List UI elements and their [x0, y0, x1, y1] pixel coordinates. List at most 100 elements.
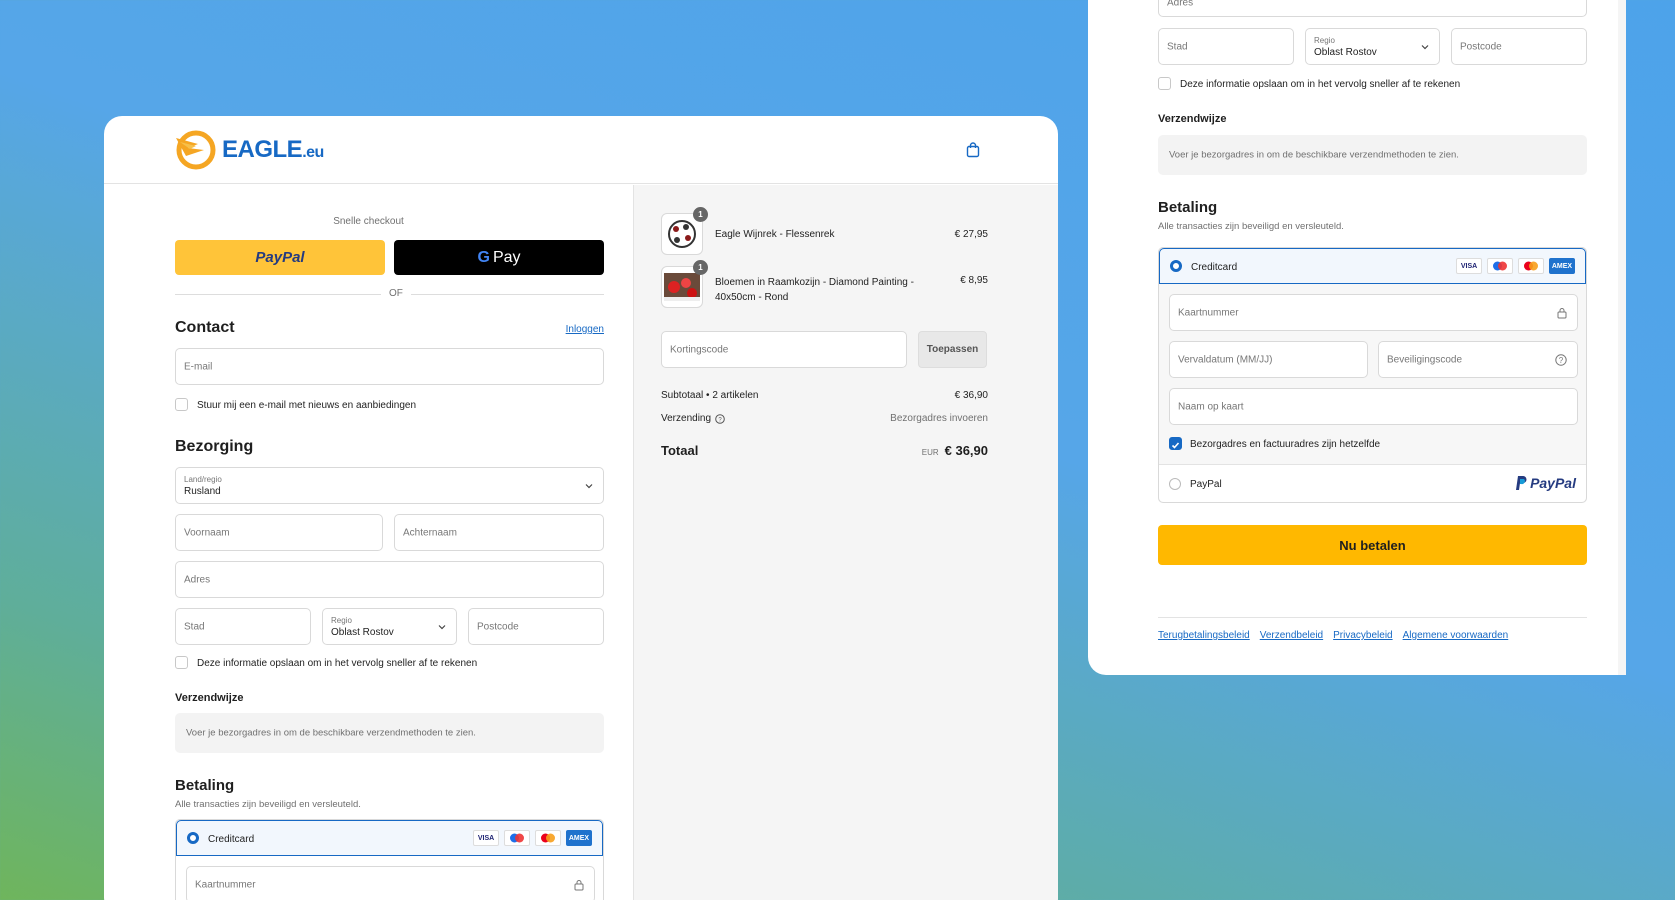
last-name-field[interactable]: Achternaam	[394, 514, 604, 551]
shopping-bag-icon[interactable]	[966, 142, 980, 158]
save-info-label: Deze informatie opslaan om in het vervol…	[1180, 79, 1461, 90]
svg-text:?: ?	[1559, 356, 1564, 365]
cart-item-price: € 8,95	[960, 275, 988, 286]
maestro-icon	[1487, 258, 1513, 274]
shipping-note: Voer je bezorgadres in om de beschikbare…	[1158, 135, 1587, 175]
first-name-field[interactable]: Voornaam	[175, 514, 383, 551]
payment-title: Betaling	[1158, 199, 1218, 216]
payment-subtitle: Alle transacties zijn beveiligd en versl…	[175, 799, 361, 810]
region-select[interactable]: Regio Oblast Rostov	[1305, 28, 1440, 65]
chevron-down-icon	[1421, 44, 1429, 49]
google-g-icon: G	[477, 248, 490, 266]
expiry-field[interactable]: Vervaldatum (MM/JJ)	[1169, 341, 1368, 378]
cart-item-price: € 27,95	[954, 229, 988, 240]
postcode-field[interactable]: Postcode	[468, 608, 604, 645]
creditcard-option[interactable]: Creditcard VISA AMEX	[1159, 248, 1586, 284]
google-pay-button[interactable]: G Pay	[394, 240, 604, 275]
total-row-value: EUR € 36,90	[922, 443, 988, 458]
terms-link[interactable]: Algemene voorwaarden	[1403, 630, 1509, 641]
brand-name: EAGLE.eu	[222, 136, 324, 163]
total-label: Totaal	[661, 443, 699, 458]
refund-policy-link[interactable]: Terugbetalingsbeleid	[1158, 630, 1250, 641]
payment-subtitle: Alle transacties zijn beveiligd en versl…	[1158, 221, 1344, 232]
shipping-title: Verzendwijze	[1158, 113, 1227, 125]
scrollbar-track[interactable]	[1618, 0, 1626, 675]
product-thumbnail: 1	[661, 260, 708, 308]
privacy-policy-link[interactable]: Privacybeleid	[1333, 630, 1392, 641]
payment-methods: Creditcard VISA AMEX Kaartnummer Vervald…	[1158, 247, 1587, 503]
pay-now-button[interactable]: Nu betalen	[1158, 525, 1587, 565]
shipping-value: Bezorgadres invoeren	[890, 413, 988, 424]
chevron-down-icon	[585, 483, 593, 488]
cart-item-name: Eagle Wijnrek - Flessenrek	[715, 229, 835, 240]
lock-icon	[1557, 307, 1567, 318]
chevron-down-icon	[438, 624, 446, 629]
apply-discount-button[interactable]: Toepassen	[918, 331, 987, 368]
help-icon[interactable]: ?	[1555, 353, 1567, 366]
paypal-option[interactable]: PayPal PayPal	[1159, 464, 1586, 502]
paypal-radio[interactable]	[1169, 478, 1181, 490]
lock-icon	[574, 879, 584, 890]
help-icon[interactable]: ?	[715, 413, 725, 424]
total-value: € 36,90	[944, 443, 988, 458]
creditcard-label: Creditcard	[208, 834, 255, 845]
visa-icon: VISA	[473, 830, 499, 846]
contact-title: Contact	[175, 319, 235, 336]
postcode-field[interactable]: Postcode	[1451, 28, 1587, 65]
login-link[interactable]: Inloggen	[566, 324, 604, 335]
save-info-label: Deze informatie opslaan om in het vervol…	[197, 658, 478, 669]
checkmark-icon	[1171, 442, 1180, 449]
subtotal-label: Subtotaal • 2 artikelen	[661, 390, 759, 401]
checkout-form: Snelle checkout PayPal G Pay OF Contact …	[104, 185, 633, 900]
currency-code: EUR	[921, 448, 939, 457]
card-brands: VISA AMEX	[473, 830, 592, 846]
discount-code-field[interactable]: Kortingscode	[661, 331, 907, 368]
paypal-logo: PayPal	[1515, 475, 1576, 491]
paypal-express-button[interactable]: PayPal	[175, 240, 385, 275]
paypal-p-icon	[1516, 476, 1527, 490]
card-number-field[interactable]: Kaartnummer	[1169, 294, 1578, 331]
email-field[interactable]: E-mail	[175, 348, 604, 385]
name-on-card-field[interactable]: Naam op kaart	[1169, 388, 1578, 425]
shipping-row-label: Verzending ?	[661, 413, 725, 424]
creditcard-option[interactable]: Creditcard VISA AMEX	[176, 820, 603, 856]
quantity-badge: 1	[693, 260, 708, 275]
checkout-card-scrolled: Adres Stad Regio Oblast Rostov Postcode D…	[1088, 0, 1618, 675]
shipping-title: Verzendwijze	[175, 692, 244, 704]
amex-icon: AMEX	[566, 830, 592, 846]
newsletter-label: Stuur mij een e-mail met nieuws en aanbi…	[197, 400, 417, 411]
security-code-field[interactable]: Beveiligingscode ?	[1378, 341, 1578, 378]
quantity-badge: 1	[693, 207, 708, 222]
order-summary: 1 Eagle Wijnrek - Flessenrek € 27,95 1 B…	[633, 185, 1058, 900]
card-number-field[interactable]: Kaartnummer	[186, 866, 595, 900]
region-select[interactable]: Regio Oblast Rostov	[322, 608, 457, 645]
address-field[interactable]: Adres	[1158, 0, 1587, 17]
creditcard-radio[interactable]	[187, 832, 199, 844]
country-select[interactable]: Land/regio Rusland	[175, 467, 604, 504]
mastercard-icon	[535, 830, 561, 846]
mastercard-icon	[1518, 258, 1544, 274]
shipping-note: Voer je bezorgadres in om de beschikbare…	[175, 713, 604, 753]
save-info-checkbox[interactable]	[175, 656, 188, 669]
gpay-label: Pay	[492, 248, 521, 266]
city-field[interactable]: Stad	[1158, 28, 1294, 65]
eagle-logo-icon	[176, 130, 216, 170]
newsletter-checkbox[interactable]	[175, 398, 188, 411]
visa-icon: VISA	[1456, 258, 1482, 274]
product-thumbnail: 1	[661, 207, 708, 255]
address-field[interactable]: Adres	[175, 561, 604, 598]
same-address-checkbox[interactable]	[1169, 437, 1182, 450]
maestro-icon	[504, 830, 530, 846]
cart-item-name: Bloemen in Raamkozijn - Diamond Painting…	[715, 277, 914, 303]
shipping-policy-link[interactable]: Verzendbeleid	[1260, 630, 1323, 641]
express-checkout-label: Snelle checkout	[333, 216, 404, 227]
card-brands: VISA AMEX	[1456, 258, 1575, 274]
or-label: OF	[381, 288, 411, 299]
checkout-card: EAGLE.eu Snelle checkout PayPal G Pay OF…	[104, 116, 1058, 900]
city-field[interactable]: Stad	[175, 608, 311, 645]
subtotal-value: € 36,90	[954, 390, 988, 401]
save-info-checkbox[interactable]	[1158, 77, 1171, 90]
creditcard-radio[interactable]	[1170, 260, 1182, 272]
brand-logo[interactable]: EAGLE.eu	[174, 130, 324, 170]
payment-methods: Creditcard VISA AMEX Kaartnummer	[175, 819, 604, 900]
